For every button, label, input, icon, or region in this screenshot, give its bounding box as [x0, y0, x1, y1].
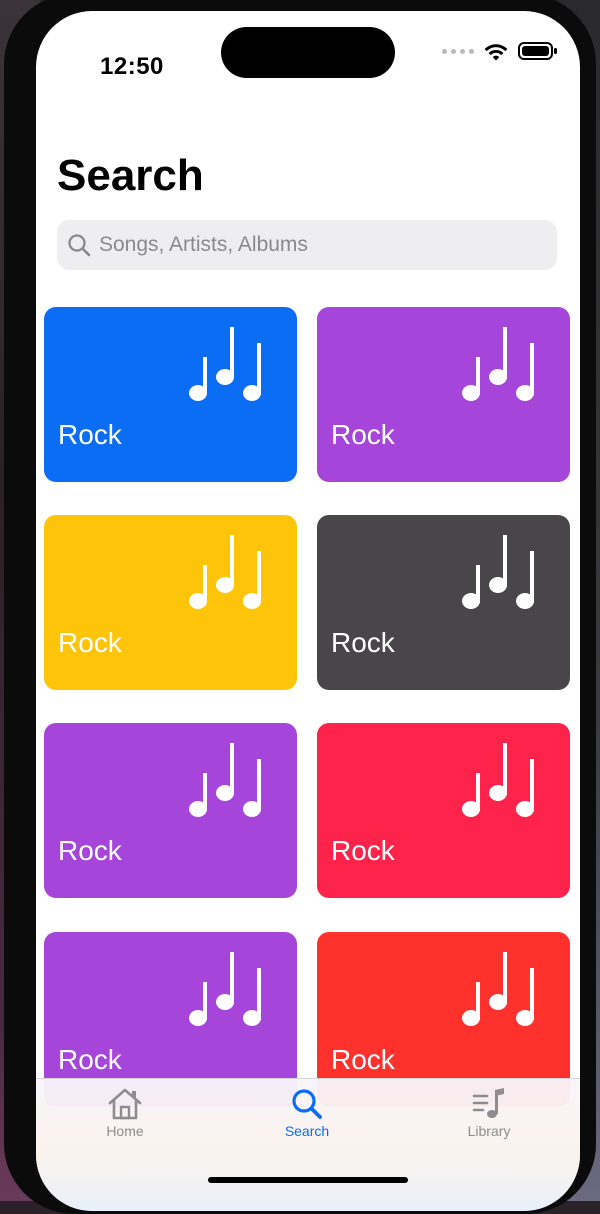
music-notes-icon — [187, 325, 279, 410]
tab-search[interactable]: Search — [247, 1087, 367, 1139]
battery-icon — [518, 42, 557, 60]
genre-card[interactable]: Rock — [317, 515, 570, 690]
genre-card-label: Rock — [331, 419, 395, 450]
screen: 12:50 Search Rock Rock Roc — [36, 11, 580, 1211]
genre-card[interactable]: Rock — [317, 307, 570, 482]
house-icon — [108, 1088, 142, 1120]
tab-bar: Home Search Library — [36, 1078, 580, 1211]
genre-card-label: Rock — [331, 1044, 395, 1075]
phone-frame: 12:50 Search Rock Rock Roc — [4, 0, 596, 1214]
genre-card-label: Rock — [58, 1044, 122, 1075]
genre-card-label: Rock — [58, 835, 122, 866]
search-icon — [292, 1089, 322, 1119]
tab-label: Home — [106, 1123, 144, 1139]
genre-card-label: Rock — [331, 627, 395, 658]
home-indicator — [208, 1177, 408, 1183]
tab-label: Library — [467, 1123, 511, 1139]
music-list-icon — [472, 1088, 504, 1118]
status-icons — [442, 41, 558, 61]
tab-library[interactable]: Library — [429, 1087, 549, 1139]
signal-icon — [442, 48, 474, 54]
wifi-icon — [484, 43, 508, 60]
tab-label: Search — [284, 1123, 330, 1139]
music-notes-icon — [187, 533, 279, 618]
genre-card[interactable]: Rock — [44, 307, 297, 482]
tab-home[interactable]: Home — [65, 1087, 185, 1139]
music-notes-icon — [460, 741, 552, 826]
genre-card[interactable]: Rock — [44, 723, 297, 898]
music-notes-icon — [187, 950, 279, 1035]
dynamic-island — [221, 27, 395, 78]
search-bar[interactable] — [57, 220, 557, 270]
search-icon — [67, 233, 91, 257]
genre-card[interactable]: Rock — [44, 515, 297, 690]
music-notes-icon — [187, 741, 279, 826]
music-notes-icon — [460, 950, 552, 1035]
genre-card[interactable]: Rock — [317, 723, 570, 898]
music-notes-icon — [460, 533, 552, 618]
music-notes-icon — [460, 325, 552, 410]
genre-card-label: Rock — [58, 627, 122, 658]
genre-card-label: Rock — [58, 419, 122, 450]
page-title: Search — [57, 151, 204, 200]
genre-card-label: Rock — [331, 835, 395, 866]
search-input[interactable] — [99, 233, 519, 257]
status-time: 12:50 — [100, 53, 164, 80]
